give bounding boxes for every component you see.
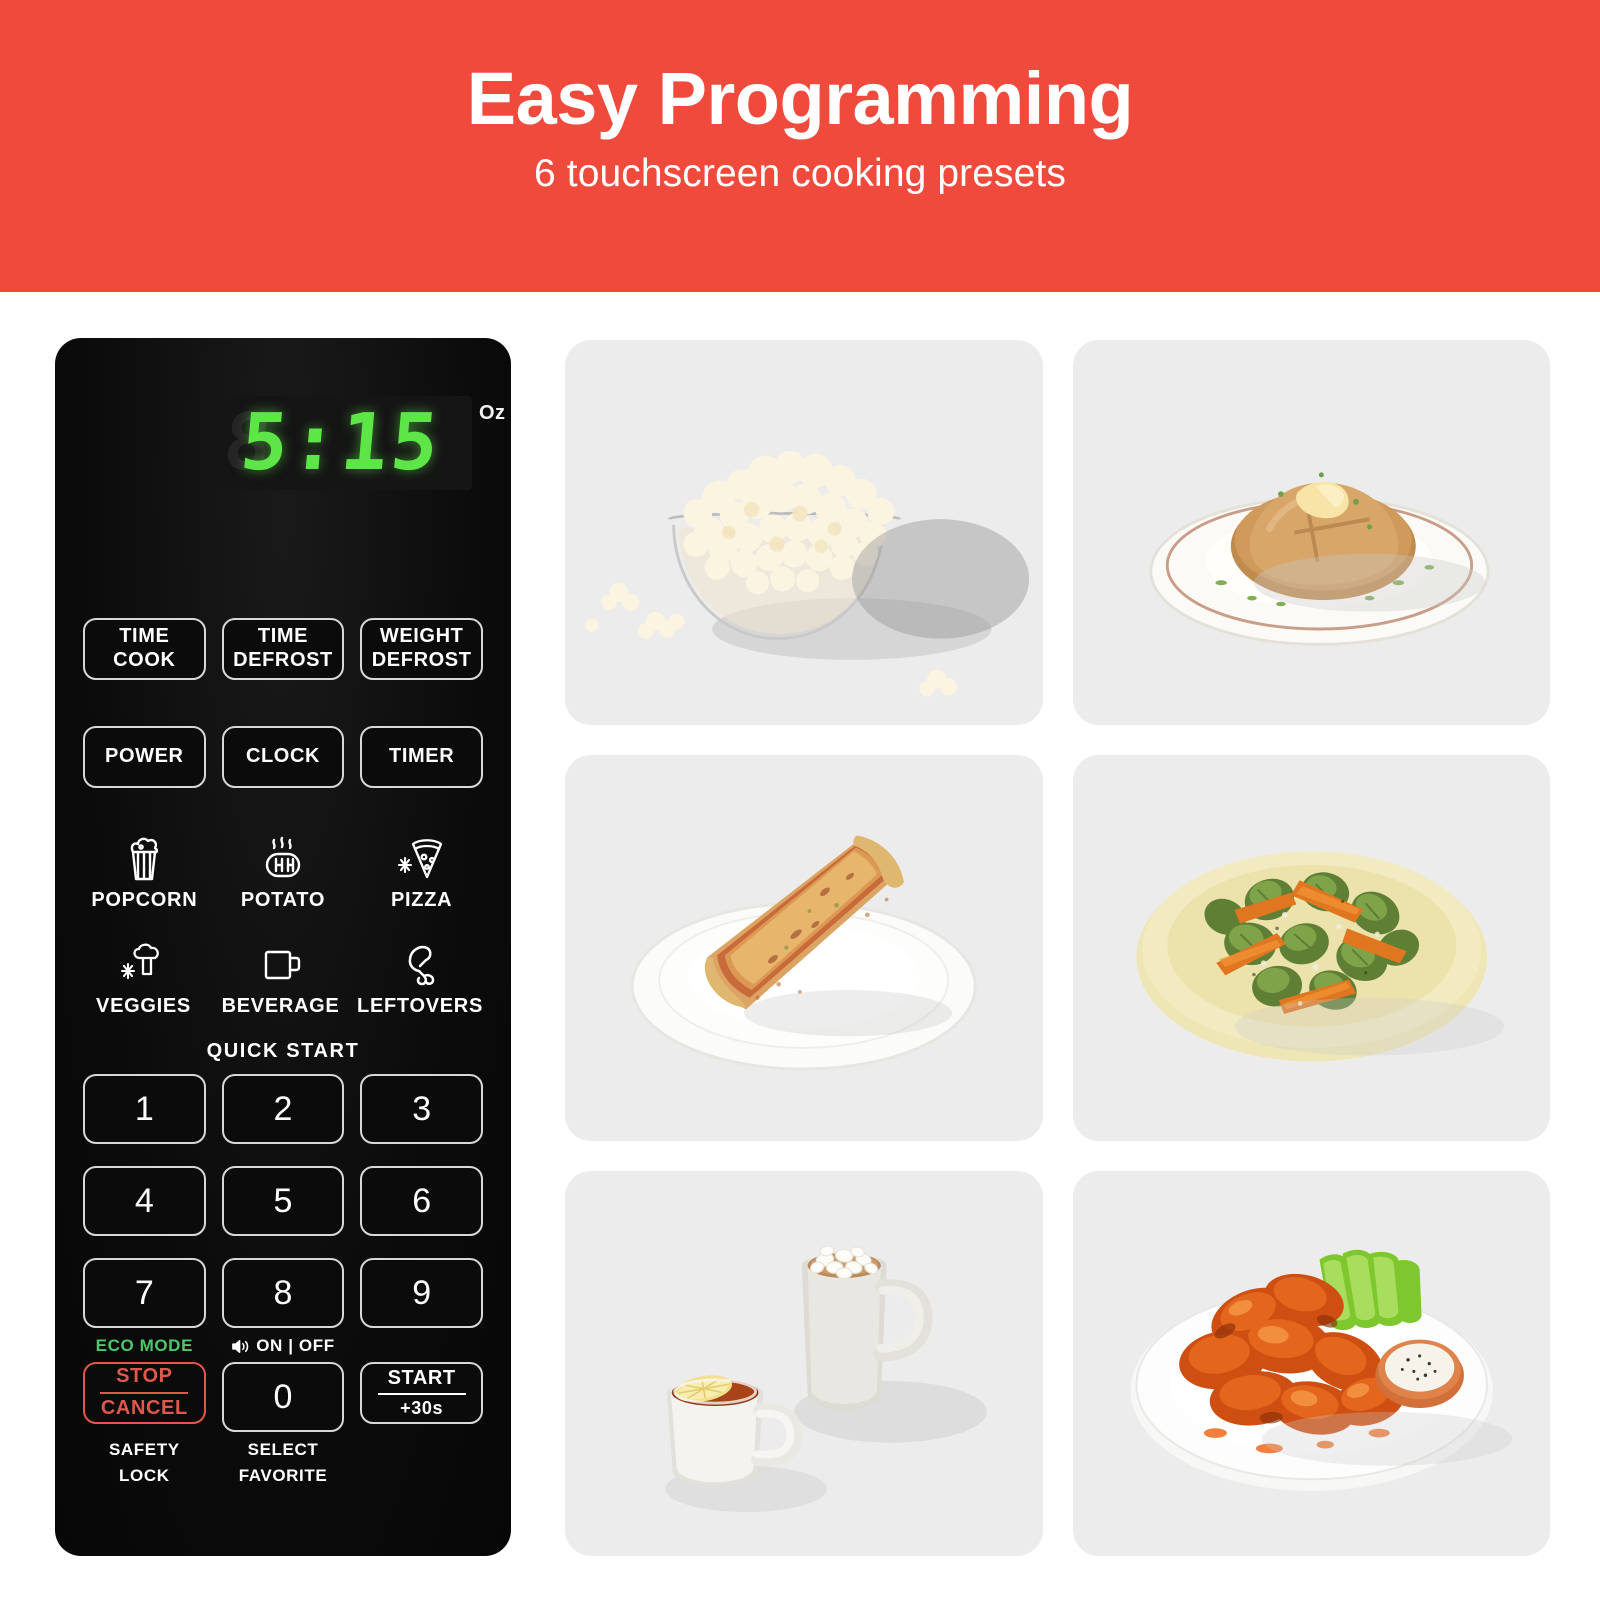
drumstick-icon bbox=[396, 939, 444, 989]
add-30s-label: +30s bbox=[400, 1398, 444, 1419]
sound-toggle-label[interactable]: ON | OFF bbox=[222, 1336, 345, 1356]
page-title: Easy Programming bbox=[466, 57, 1134, 141]
keypad-3-button[interactable]: 3 bbox=[360, 1074, 483, 1144]
empty-caption-slot bbox=[360, 1440, 483, 1487]
keypad-9-button[interactable]: 9 bbox=[360, 1258, 483, 1328]
beverage-photo bbox=[565, 1170, 1043, 1556]
preset-beverage-button[interactable]: BEVERAGE bbox=[220, 932, 341, 1018]
microwave-control-panel: 8 5:15 Oz TIME COOK TIME DEFROST WEIGHT … bbox=[55, 338, 511, 1556]
leftovers-photo bbox=[1072, 1170, 1550, 1556]
preset-potato-button[interactable]: POTATO bbox=[222, 826, 345, 912]
stop-divider bbox=[100, 1392, 189, 1394]
start-divider bbox=[377, 1393, 466, 1396]
oz-unit-label: Oz bbox=[479, 402, 506, 424]
caption-line-2: LOCK bbox=[119, 1466, 170, 1486]
veggies-photo bbox=[1072, 755, 1550, 1141]
preset-row-1: POPCORN POTATO PIZZA bbox=[83, 826, 483, 912]
caption-line-2: FAVORITE bbox=[238, 1466, 328, 1486]
time-cook-button[interactable]: TIME COOK bbox=[83, 618, 206, 680]
key-line-1: POWER bbox=[105, 745, 184, 768]
quick-start-label: QUICK START bbox=[206, 1040, 360, 1062]
key-line-1: TIME bbox=[119, 625, 170, 648]
sound-toggle-text: ON | OFF bbox=[256, 1336, 335, 1355]
cancel-label: CANCEL bbox=[100, 1397, 188, 1419]
clock-button[interactable]: CLOCK bbox=[221, 726, 345, 788]
keypad-row-3: 7 8 9 bbox=[83, 1258, 483, 1328]
stop-label: STOP bbox=[116, 1365, 173, 1388]
start-label: START bbox=[387, 1366, 456, 1389]
preset-label: LEFTOVERS bbox=[357, 995, 483, 1017]
page-subtitle: 6 touchscreen cooking presets bbox=[534, 151, 1066, 195]
potato-icon bbox=[259, 833, 307, 883]
safety-lock-caption: SAFETY LOCK bbox=[83, 1440, 206, 1487]
popcorn-photo bbox=[565, 340, 1043, 726]
select-favorite-caption: SELECT FAVORITE bbox=[222, 1440, 345, 1487]
function-row-1: TIME COOK TIME DEFROST WEIGHT DEFROST bbox=[83, 618, 483, 680]
led-display: 8 5:15 bbox=[210, 396, 472, 490]
keypad-row-2: 4 5 6 bbox=[83, 1166, 483, 1236]
keypad-5-button[interactable]: 5 bbox=[221, 1166, 345, 1236]
action-row: STOP CANCEL 0 START +30s bbox=[83, 1362, 483, 1432]
preset-label: POTATO bbox=[240, 889, 326, 911]
bottom-captions: SAFETY LOCK SELECT FAVORITE bbox=[83, 1440, 483, 1487]
popcorn-icon bbox=[121, 833, 167, 883]
potato-photo bbox=[1072, 340, 1550, 726]
preset-photo-gallery bbox=[565, 340, 1550, 1556]
empty-label-slot bbox=[360, 1336, 483, 1356]
header-banner: Easy Programming 6 touchscreen cooking p… bbox=[0, 0, 1600, 292]
preset-label: BEVERAGE bbox=[221, 995, 340, 1017]
time-defrost-button[interactable]: TIME DEFROST bbox=[221, 618, 345, 680]
pizza-photo bbox=[565, 755, 1043, 1141]
preset-leftovers-button[interactable]: LEFTOVERS bbox=[357, 932, 483, 1018]
weight-defrost-button[interactable]: WEIGHT DEFROST bbox=[360, 618, 483, 680]
key-line-2: COOK bbox=[113, 649, 176, 671]
preset-pizza-button[interactable]: PIZZA bbox=[360, 826, 483, 912]
key-line-1: CLOCK bbox=[245, 745, 321, 768]
stop-cancel-button[interactable]: STOP CANCEL bbox=[83, 1362, 206, 1424]
timer-button[interactable]: TIMER bbox=[360, 726, 483, 788]
product-feature-page: Easy Programming 6 touchscreen cooking p… bbox=[0, 0, 1600, 1600]
keypad-0-button[interactable]: 0 bbox=[221, 1362, 345, 1432]
preset-label: PIZZA bbox=[391, 889, 453, 911]
key-line-1: TIME bbox=[257, 625, 309, 648]
key-line-2: DEFROST bbox=[233, 649, 333, 671]
secondary-function-labels: ECO MODE ON | OFF bbox=[83, 1336, 483, 1356]
keypad-6-button[interactable]: 6 bbox=[360, 1166, 483, 1236]
keypad-2-button[interactable]: 2 bbox=[221, 1074, 345, 1144]
preset-veggies-button[interactable]: VEGGIES bbox=[83, 932, 204, 1018]
mug-icon bbox=[257, 939, 305, 989]
start-button[interactable]: START +30s bbox=[360, 1362, 483, 1424]
power-button[interactable]: POWER bbox=[83, 726, 206, 788]
pizza-icon bbox=[396, 833, 448, 883]
speaker-icon bbox=[232, 1339, 249, 1353]
caption-line-1: SELECT bbox=[247, 1440, 319, 1459]
key-line-1: TIMER bbox=[389, 745, 455, 768]
keypad-8-button[interactable]: 8 bbox=[221, 1258, 345, 1328]
keypad-7-button[interactable]: 7 bbox=[83, 1258, 206, 1328]
function-row-2: POWER CLOCK TIMER bbox=[83, 726, 483, 788]
eco-mode-label: ECO MODE bbox=[95, 1336, 194, 1355]
preset-popcorn-button[interactable]: POPCORN bbox=[83, 826, 206, 912]
keypad-row-1: 1 2 3 bbox=[83, 1074, 483, 1144]
preset-label: POPCORN bbox=[91, 889, 198, 911]
preset-label: VEGGIES bbox=[96, 995, 191, 1017]
preset-row-2: VEGGIES BEVERAGE LEFTOVERS bbox=[83, 932, 483, 1018]
keypad-4-button[interactable]: 4 bbox=[83, 1166, 206, 1236]
key-line-1: WEIGHT bbox=[379, 625, 464, 648]
broccoli-icon bbox=[118, 939, 170, 989]
keypad-1-button[interactable]: 1 bbox=[83, 1074, 206, 1144]
led-time-value: 5:15 bbox=[237, 398, 445, 488]
caption-line-1: SAFETY bbox=[108, 1440, 180, 1459]
key-line-2: DEFROST bbox=[371, 649, 472, 671]
